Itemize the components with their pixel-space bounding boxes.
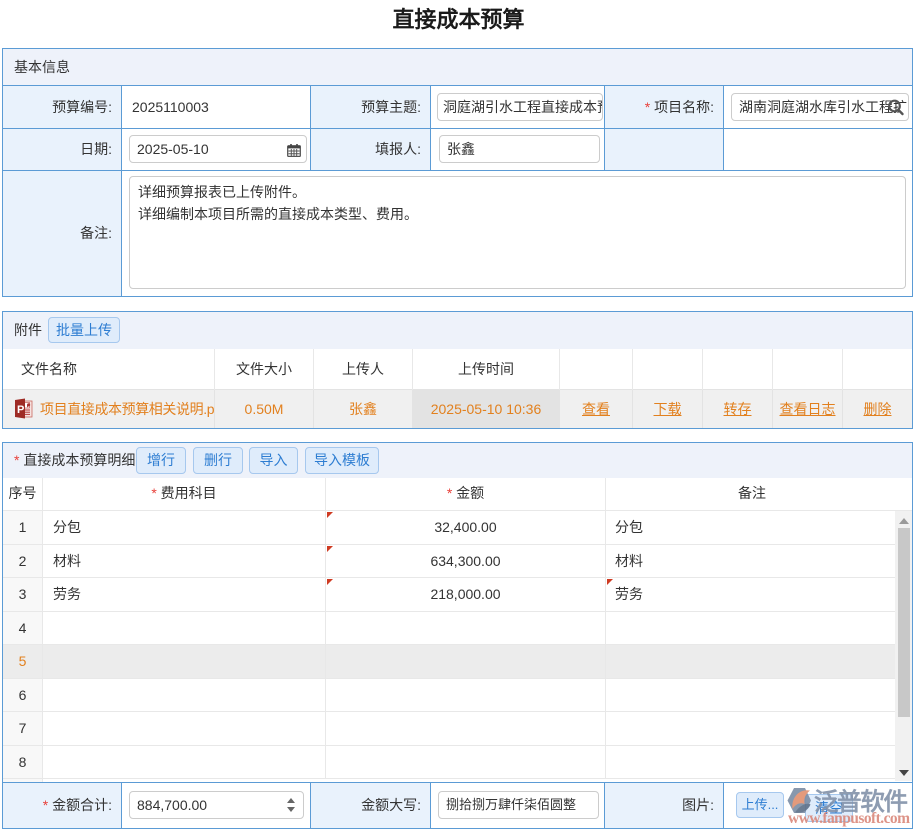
svg-text:P: P [17, 404, 24, 416]
svg-text:www.fanpusoft.com: www.fanpusoft.com [788, 810, 910, 827]
